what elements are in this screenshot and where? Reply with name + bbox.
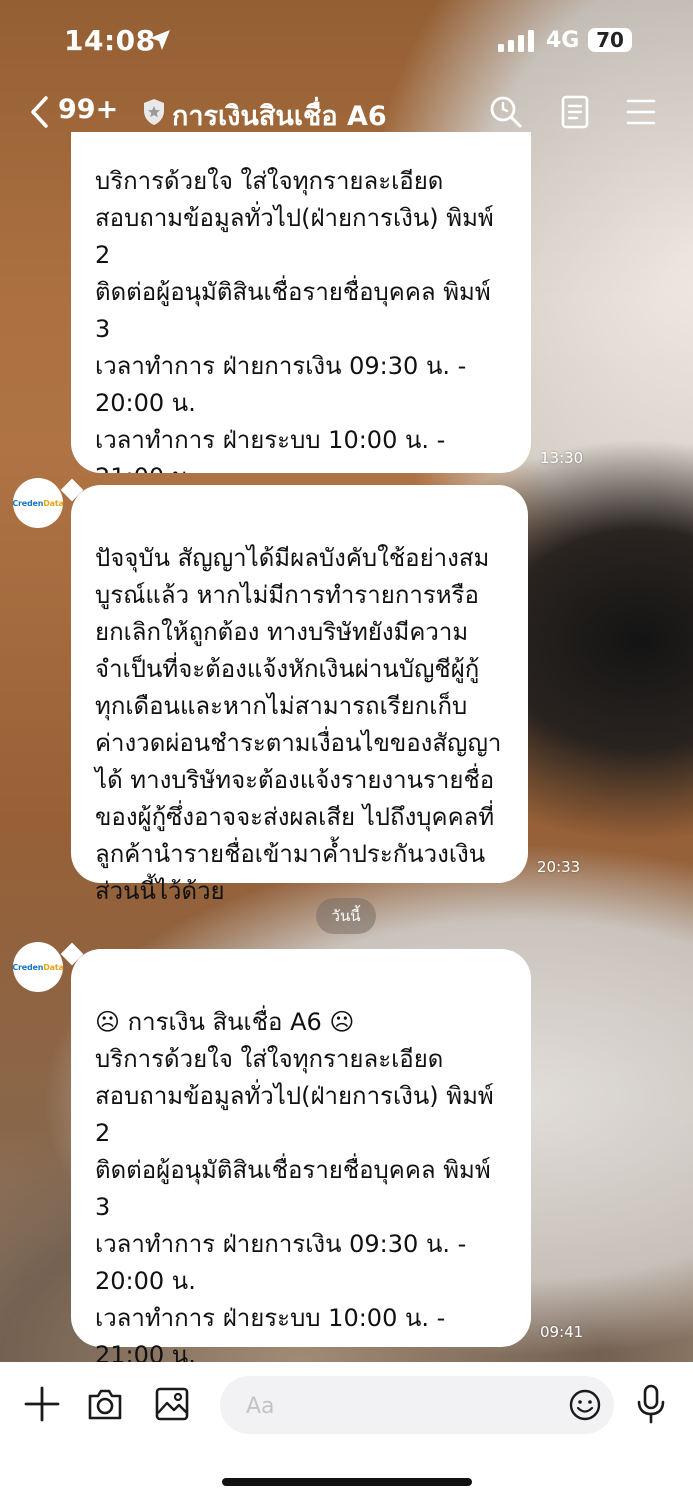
message-text: ปัจจุบัน สัญญาได้มีผลบังคับใช้อย่างสม บู…	[95, 544, 502, 905]
menu-icon[interactable]	[626, 98, 656, 126]
battery-level: 70	[596, 28, 624, 52]
search-icon[interactable]	[488, 94, 524, 130]
shield-icon	[144, 99, 164, 125]
camera-icon[interactable]	[86, 1386, 124, 1422]
emoji-icon[interactable]	[568, 1388, 602, 1422]
input-bar	[0, 1362, 693, 1500]
microphone-icon[interactable]	[636, 1384, 666, 1424]
network-type: 4G	[546, 28, 580, 53]
unread-count[interactable]: 99+	[58, 94, 118, 125]
avatar[interactable]: CredenData	[12, 478, 64, 528]
signal-icon	[498, 30, 534, 52]
plus-icon[interactable]	[24, 1386, 60, 1422]
message-text: ☹ การเงิน สินเชื่อ A6 ☹ บริการด้วยใจ ใส่…	[95, 1008, 494, 1369]
avatar-text: CredenData	[12, 962, 64, 972]
home-indicator	[222, 1478, 472, 1486]
message-bubble[interactable]: ☹ การเงิน สินเชื่อ A6 ☹ บริการด้วยใจ ใส่…	[71, 949, 531, 1369]
location-arrow-icon	[150, 30, 170, 50]
message-input[interactable]	[244, 1376, 548, 1436]
date-separator: วันนี้	[316, 898, 376, 934]
message-text: บริการด้วยใจ ใส่ใจทุกรายละเอียด สอบถามข้…	[95, 167, 494, 473]
status-bar: 14:08 4G 70	[0, 0, 693, 80]
avatar[interactable]: CredenData	[12, 942, 64, 992]
battery-icon: 70	[588, 28, 632, 52]
message-time: 09:41	[540, 1323, 584, 1341]
status-time: 14:08	[64, 24, 156, 57]
back-chevron-icon[interactable]	[30, 96, 50, 128]
chat-title: การเงินสินเชื่อ A6	[172, 101, 387, 132]
message-time: 20:33	[537, 858, 581, 876]
notes-icon[interactable]	[560, 94, 590, 130]
message-input-container[interactable]	[220, 1376, 614, 1436]
message-time: 13:30	[540, 449, 584, 467]
image-icon[interactable]	[154, 1386, 190, 1422]
message-bubble[interactable]: ปัจจุบัน สัญญาได้มีผลบังคับใช้อย่างสม บู…	[71, 485, 528, 905]
avatar-text: CredenData	[12, 498, 64, 508]
message-bubble[interactable]: บริการด้วยใจ ใส่ใจทุกรายละเอียด สอบถามข้…	[71, 132, 531, 473]
